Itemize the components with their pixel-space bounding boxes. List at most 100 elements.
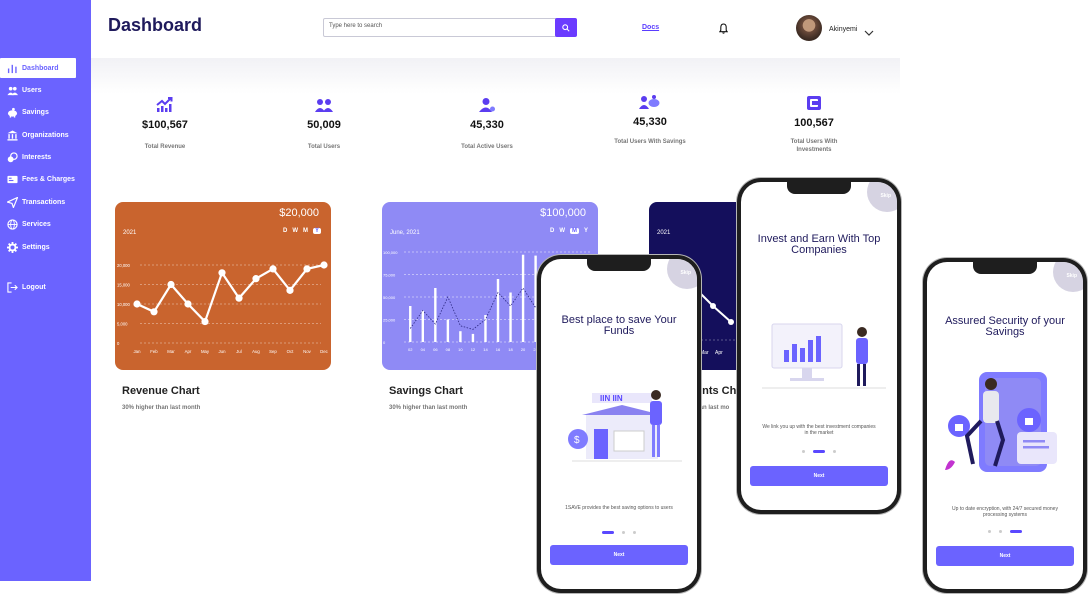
docs-link[interactable]: Docs	[642, 24, 659, 31]
x-tick-label: Nov	[303, 349, 311, 354]
users-icon	[315, 99, 333, 112]
sidebar: Dashboard Users Savings Organizations In…	[0, 0, 91, 581]
piggy-bank-icon	[6, 107, 18, 119]
stat-label: Total Users With Investments	[790, 139, 838, 153]
savings-bar	[434, 288, 437, 342]
search-button[interactable]	[555, 18, 577, 37]
savings-bar	[446, 319, 450, 342]
investment-illustration	[762, 323, 886, 389]
send-icon	[6, 196, 18, 208]
x-tick-label: Feb	[150, 349, 158, 354]
savings-bar	[509, 292, 512, 342]
sidebar-item-settings[interactable]: Settings	[0, 237, 91, 257]
sidebar-item-label: Fees & Charges	[22, 176, 75, 184]
coins-icon	[6, 152, 18, 164]
savings-chart-title: Savings Chart	[389, 385, 463, 397]
notification-bell-icon[interactable]	[718, 21, 729, 39]
revenue-data-point	[150, 308, 158, 316]
logout-button[interactable]: Logout	[0, 277, 46, 297]
revenue-data-point	[269, 265, 277, 273]
x-tick-label: 14	[483, 347, 488, 352]
investments-chart-title: ents Ch	[696, 385, 737, 397]
y-tick-label: 75,000	[383, 273, 396, 278]
pagination-dot	[622, 531, 625, 534]
wallet-icon	[807, 96, 821, 110]
user-savings-icon	[639, 95, 660, 109]
stat-label: Total Users With Savings	[614, 139, 686, 145]
savings-bar	[421, 310, 424, 342]
skip-label: Skip	[880, 193, 891, 199]
revenue-chart-title: Revenue Chart	[122, 385, 200, 397]
next-button[interactable]: Next	[750, 466, 888, 486]
stat-label: Total Revenue	[144, 144, 186, 150]
onboarding-title: Assured Security of your Savings	[945, 315, 1065, 338]
next-button[interactable]: Next	[936, 546, 1074, 566]
pagination-dot-active	[602, 531, 614, 534]
sidebar-item-users[interactable]: Users	[0, 80, 91, 100]
revenue-data-point	[201, 317, 209, 326]
sidebar-item-fees-charges[interactable]: Fees & Charges	[0, 170, 91, 190]
sidebar-item-transactions[interactable]: Transactions	[0, 192, 91, 212]
x-tick-label: 16	[496, 347, 501, 352]
sidebar-item-dashboard[interactable]: Dashboard	[0, 58, 76, 78]
onboarding-title: Invest and Earn With Top Companies	[757, 233, 881, 256]
x-tick-label: Jul	[236, 349, 242, 354]
bar-chart-icon	[6, 62, 18, 74]
x-tick-label: 10	[458, 347, 463, 352]
phone-screen: Skip Best place to save Your Funds IIN I…	[541, 259, 697, 589]
stat-label: Total Users	[307, 144, 341, 150]
avatar[interactable]	[796, 15, 822, 41]
y-tick-label: 100,000	[383, 250, 398, 255]
sidebar-item-organizations[interactable]: Organizations	[0, 125, 91, 145]
pagination-dots	[541, 531, 697, 534]
revenue-data-point	[184, 300, 192, 308]
pagination-dot	[988, 530, 991, 533]
revenue-data-point	[286, 286, 294, 294]
pagination-dot	[633, 531, 636, 534]
sidebar-item-services[interactable]: Services	[0, 215, 91, 235]
y-tick-label: 50,000	[383, 295, 396, 300]
sidebar-item-savings[interactable]: Savings	[0, 103, 91, 123]
stat-total-users-with-savings: 45,330 Total Users With Savings	[600, 94, 700, 146]
search-input[interactable]: Type here to search	[323, 18, 557, 37]
sidebar-item-label: Dashboard	[22, 64, 59, 72]
skip-label: Skip	[1066, 273, 1077, 279]
investments-x-label: Apr	[715, 350, 723, 356]
y-tick-label: 15,000	[117, 283, 130, 288]
x-tick-label: Oct	[287, 349, 294, 354]
revenue-data-point	[133, 300, 141, 308]
x-tick-label: Mar	[167, 349, 175, 354]
revenue-data-point	[167, 280, 175, 289]
x-tick-label: 20	[521, 347, 526, 352]
y-tick-label: 10,000	[117, 302, 130, 307]
page-title: Dashboard	[108, 15, 203, 35]
onboarding-subtitle: 1SAVE provides the best saving options t…	[565, 505, 673, 511]
phone-notch	[787, 182, 851, 194]
svg-text:$: $	[574, 435, 580, 446]
trend-up-icon	[156, 97, 173, 112]
phone-onboarding-invest: Skip Invest and Earn With Top Companies …	[737, 178, 901, 514]
next-button[interactable]: Next	[550, 545, 688, 565]
chevron-down-icon[interactable]	[864, 24, 874, 42]
revenue-data-point	[303, 265, 311, 273]
svg-text:IIN IIN: IIN IIN	[600, 394, 623, 403]
y-tick-label: 25,000	[383, 318, 396, 323]
savings-bank-illustration: IIN IIN $	[568, 390, 682, 462]
stat-value: 100,567	[794, 117, 834, 129]
onboarding-title: Best place to save Your Funds	[561, 314, 677, 337]
revenue-line-chart: 0 5,000 10,000 15,000 20,000 Jan Feb Mar Apr May J…	[117, 261, 329, 354]
sidebar-item-label: Users	[22, 86, 42, 94]
app-root: Dashboard Users Savings Organizations In…	[0, 0, 1088, 595]
sidebar-item-interests[interactable]: Interests	[0, 148, 91, 168]
sidebar-item-label: Savings	[22, 109, 49, 117]
investments-x-label: Mar	[700, 350, 709, 356]
phone-screen: Skip Assured Security of your Savings Up…	[927, 262, 1083, 589]
x-tick-label: Aug	[252, 349, 260, 354]
stat-total-revenue: $100,567 Total Revenue	[115, 97, 215, 151]
sidebar-nav: Dashboard Users Savings Organizations In…	[0, 58, 91, 260]
stat-value: $100,567	[142, 119, 188, 131]
phone-screen: Skip Invest and Earn With Top Companies …	[741, 182, 897, 510]
pagination-dots	[741, 450, 897, 453]
x-tick-label: 06	[433, 347, 438, 352]
stat-value: 45,330	[470, 119, 504, 131]
